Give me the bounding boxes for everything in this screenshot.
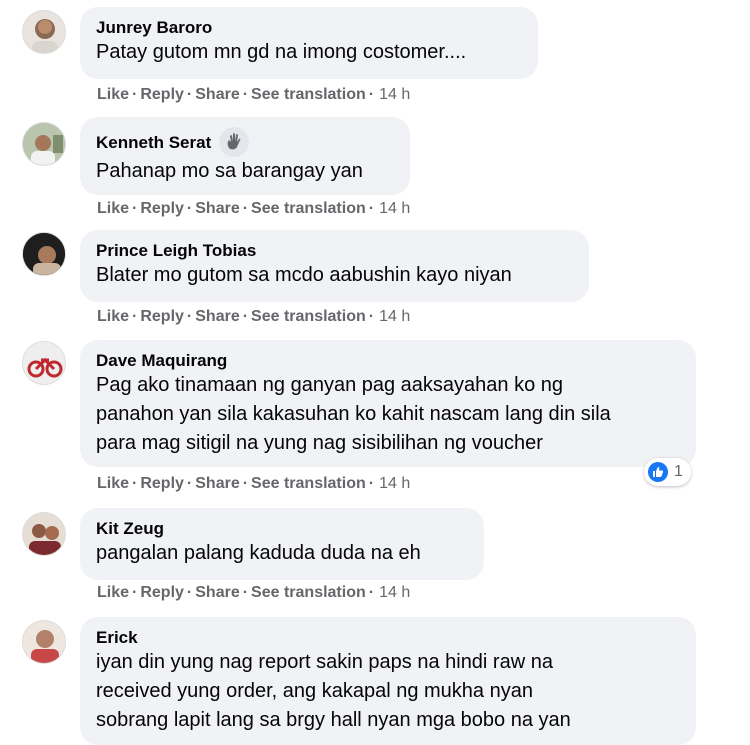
comment-author[interactable]: Kit Zeug <box>96 518 468 539</box>
share-link[interactable]: Share <box>195 86 239 104</box>
avatar[interactable] <box>22 341 66 385</box>
comment-bubble: Kit Zeug pangalan palang kaduda duda na … <box>80 508 484 580</box>
comment-timestamp[interactable]: 14 h <box>379 86 410 104</box>
avatar[interactable] <box>22 10 66 54</box>
avatar[interactable] <box>22 620 66 664</box>
comment-actions: Like · Reply · Share · See translation · 14 … <box>97 86 411 104</box>
share-link[interactable]: Share <box>195 308 239 326</box>
comment-bubble: Kenneth Serat Pahanap mo sa barangay yan <box>80 117 410 195</box>
comment-text: iyan din yung nag report sakin paps na h… <box>96 651 571 731</box>
like-link[interactable]: Like <box>97 308 129 326</box>
reply-link[interactable]: Reply <box>140 584 184 602</box>
see-translation-link[interactable]: See translation <box>251 475 366 493</box>
comment-text: Patay gutom mn gd na imong costomer.... <box>96 41 467 63</box>
comment-timestamp[interactable]: 14 h <box>379 200 410 218</box>
comment-text: Blater mo gutom sa mcdo aabushin kayo ni… <box>96 264 512 286</box>
comment-author[interactable]: Erick <box>96 627 680 648</box>
avatar[interactable] <box>22 512 66 556</box>
avatar[interactable] <box>22 232 66 276</box>
see-translation-link[interactable]: See translation <box>251 308 366 326</box>
reply-link[interactable]: Reply <box>140 86 184 104</box>
comment-actions: Like · Reply · Share · See translation · 14 … <box>97 308 411 326</box>
comment-bubble: Erick iyan din yung nag report sakin pap… <box>80 617 696 745</box>
see-translation-link[interactable]: See translation <box>251 584 366 602</box>
comment-actions: Like · Reply · Share · See translation · 14 … <box>97 584 411 602</box>
like-link[interactable]: Like <box>97 584 129 602</box>
share-link[interactable]: Share <box>195 584 239 602</box>
comment-timestamp[interactable]: 14 h <box>379 584 410 602</box>
comment-actions: Like · Reply · Share · See translation · 14 … <box>97 475 411 493</box>
waving-hand-icon <box>219 127 250 157</box>
comment-timestamp[interactable]: 14 h <box>379 475 410 493</box>
comment-bubble: Dave Maquirang Pag ako tinamaan ng ganya… <box>80 340 696 467</box>
reply-link[interactable]: Reply <box>140 308 184 326</box>
comment-author[interactable]: Prince Leigh Tobias <box>96 240 573 261</box>
comment-bubble: Prince Leigh Tobias Blater mo gutom sa m… <box>80 230 589 302</box>
comment-text: Pag ako tinamaan ng ganyan pag aaksayaha… <box>96 374 611 454</box>
see-translation-link[interactable]: See translation <box>251 86 366 104</box>
like-link[interactable]: Like <box>97 475 129 493</box>
reaction-count: 1 <box>674 463 683 480</box>
comment-text: Pahanap mo sa barangay yan <box>96 160 363 182</box>
share-link[interactable]: Share <box>195 475 239 493</box>
like-link[interactable]: Like <box>97 200 129 218</box>
comment-author[interactable]: Kenneth Serat <box>96 127 394 157</box>
comment-author[interactable]: Junrey Baroro <box>96 17 522 38</box>
share-link[interactable]: Share <box>195 200 239 218</box>
comment-timestamp[interactable]: 14 h <box>379 308 410 326</box>
see-translation-link[interactable]: See translation <box>251 200 366 218</box>
like-link[interactable]: Like <box>97 86 129 104</box>
like-reaction-icon <box>648 462 668 482</box>
avatar[interactable] <box>22 122 66 166</box>
comment-text: pangalan palang kaduda duda na eh <box>96 542 421 564</box>
reply-link[interactable]: Reply <box>140 475 184 493</box>
reaction-summary[interactable]: 1 <box>644 458 691 486</box>
reply-link[interactable]: Reply <box>140 200 184 218</box>
comment-author[interactable]: Dave Maquirang <box>96 350 680 371</box>
comment-bubble: Junrey Baroro Patay gutom mn gd na imong… <box>80 7 538 79</box>
comment-actions: Like · Reply · Share · See translation · 14 … <box>97 200 411 218</box>
